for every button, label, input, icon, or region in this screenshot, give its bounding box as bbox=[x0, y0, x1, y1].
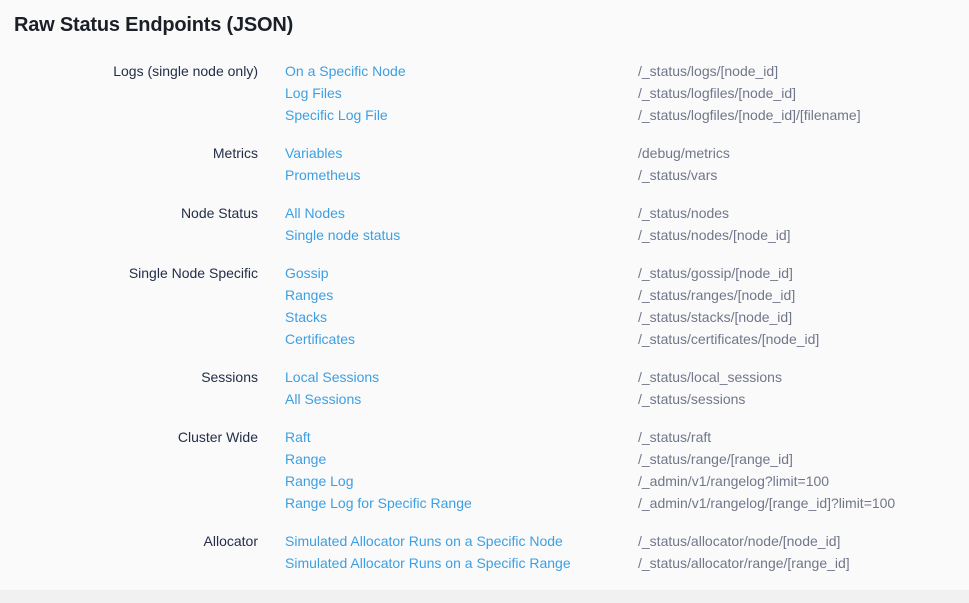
endpoint-group: Allocator Simulated Allocator Runs on a S… bbox=[0, 530, 969, 574]
endpoint-group: Logs (single node only) On a Specific Nod… bbox=[0, 60, 969, 126]
endpoint-link[interactable]: Log Files bbox=[285, 82, 342, 104]
page-title: Raw Status Endpoints (JSON) bbox=[0, 0, 969, 37]
paths-column: /_status/nodes/_status/nodes/[node_id] bbox=[638, 202, 969, 246]
endpoint-path: /_status/raft bbox=[638, 426, 711, 448]
endpoint-link[interactable]: All Sessions bbox=[285, 388, 361, 410]
endpoint-path: /_status/nodes/[node_id] bbox=[638, 224, 791, 246]
paths-column: /debug/metrics/_status/vars bbox=[638, 142, 969, 186]
endpoint-link[interactable]: Range bbox=[285, 448, 326, 470]
endpoint-path: /_status/allocator/node/[node_id] bbox=[638, 530, 840, 552]
endpoint-path: /_status/range/[range_id] bbox=[638, 448, 793, 470]
links-column: Local SessionsAll Sessions bbox=[285, 366, 611, 410]
paths-column: /_status/allocator/node/[node_id]/_statu… bbox=[638, 530, 969, 574]
endpoint-path: /_status/sessions bbox=[638, 388, 745, 410]
endpoint-path: /debug/metrics bbox=[638, 142, 730, 164]
endpoint-group: Node Status All NodesSingle node status /_… bbox=[0, 202, 969, 246]
debug-endpoints-page: Raw Status Endpoints (JSON) Logs (single… bbox=[0, 0, 969, 603]
category-label: Single Node Specific bbox=[0, 262, 258, 350]
paths-column: /_status/raft/_status/range/[range_id]/_… bbox=[638, 426, 969, 514]
endpoint-link[interactable]: Local Sessions bbox=[285, 366, 379, 388]
endpoint-link[interactable]: Range Log for Specific Range bbox=[285, 492, 472, 514]
links-column: RaftRangeRange LogRange Log for Specific… bbox=[285, 426, 611, 514]
endpoint-path: /_admin/v1/rangelog/[range_id]?limit=100 bbox=[638, 492, 895, 514]
endpoint-link[interactable]: Specific Log File bbox=[285, 104, 388, 126]
endpoint-path: /_status/logs/[node_id] bbox=[638, 60, 778, 82]
links-column: Simulated Allocator Runs on a Specific N… bbox=[285, 530, 611, 574]
category-label: Cluster Wide bbox=[0, 426, 258, 514]
endpoint-link[interactable]: On a Specific Node bbox=[285, 60, 406, 82]
endpoint-path: /_status/logfiles/[node_id] bbox=[638, 82, 796, 104]
endpoint-groups: Logs (single node only) On a Specific Nod… bbox=[0, 60, 969, 574]
links-column: On a Specific NodeLog FilesSpecific Log … bbox=[285, 60, 611, 126]
endpoint-path: /_status/local_sessions bbox=[638, 366, 782, 388]
category-label: Logs (single node only) bbox=[0, 60, 258, 126]
endpoint-path: /_status/certificates/[node_id] bbox=[638, 328, 819, 350]
endpoint-group: Sessions Local SessionsAll Sessions /_stat… bbox=[0, 366, 969, 410]
endpoint-link[interactable]: Stacks bbox=[285, 306, 327, 328]
category-label: Allocator bbox=[0, 530, 258, 574]
endpoint-link[interactable]: Prometheus bbox=[285, 164, 360, 186]
endpoint-link[interactable]: Certificates bbox=[285, 328, 355, 350]
paths-column: /_status/logs/[node_id]/_status/logfiles… bbox=[638, 60, 969, 126]
category-label: Metrics bbox=[0, 142, 258, 186]
endpoint-link[interactable]: Simulated Allocator Runs on a Specific R… bbox=[285, 552, 571, 574]
endpoint-link[interactable]: Single node status bbox=[285, 224, 400, 246]
footer-strip bbox=[0, 590, 969, 603]
category-label: Sessions bbox=[0, 366, 258, 410]
endpoint-link[interactable]: Variables bbox=[285, 142, 342, 164]
endpoint-path: /_status/allocator/range/[range_id] bbox=[638, 552, 850, 574]
endpoint-path: /_status/logfiles/[node_id]/[filename] bbox=[638, 104, 861, 126]
links-column: VariablesPrometheus bbox=[285, 142, 611, 186]
endpoint-link[interactable]: Ranges bbox=[285, 284, 333, 306]
endpoint-link[interactable]: Simulated Allocator Runs on a Specific N… bbox=[285, 530, 563, 552]
endpoint-path: /_status/ranges/[node_id] bbox=[638, 284, 795, 306]
endpoint-link[interactable]: Gossip bbox=[285, 262, 329, 284]
endpoint-path: /_status/nodes bbox=[638, 202, 729, 224]
endpoint-group: Cluster Wide RaftRangeRange LogRange Log … bbox=[0, 426, 969, 514]
endpoint-path: /_status/stacks/[node_id] bbox=[638, 306, 792, 328]
category-label: Node Status bbox=[0, 202, 258, 246]
endpoint-group: Single Node Specific GossipRangesStacksCe… bbox=[0, 262, 969, 350]
endpoint-link[interactable]: Range Log bbox=[285, 470, 354, 492]
endpoint-link[interactable]: Raft bbox=[285, 426, 311, 448]
endpoint-link[interactable]: All Nodes bbox=[285, 202, 345, 224]
paths-column: /_status/local_sessions/_status/sessions bbox=[638, 366, 969, 410]
endpoint-path: /_admin/v1/rangelog?limit=100 bbox=[638, 470, 829, 492]
endpoint-path: /_status/gossip/[node_id] bbox=[638, 262, 793, 284]
links-column: All NodesSingle node status bbox=[285, 202, 611, 246]
endpoint-path: /_status/vars bbox=[638, 164, 717, 186]
links-column: GossipRangesStacksCertificates bbox=[285, 262, 611, 350]
paths-column: /_status/gossip/[node_id]/_status/ranges… bbox=[638, 262, 969, 350]
endpoint-group: Metrics VariablesPrometheus/debug/metrics… bbox=[0, 142, 969, 186]
